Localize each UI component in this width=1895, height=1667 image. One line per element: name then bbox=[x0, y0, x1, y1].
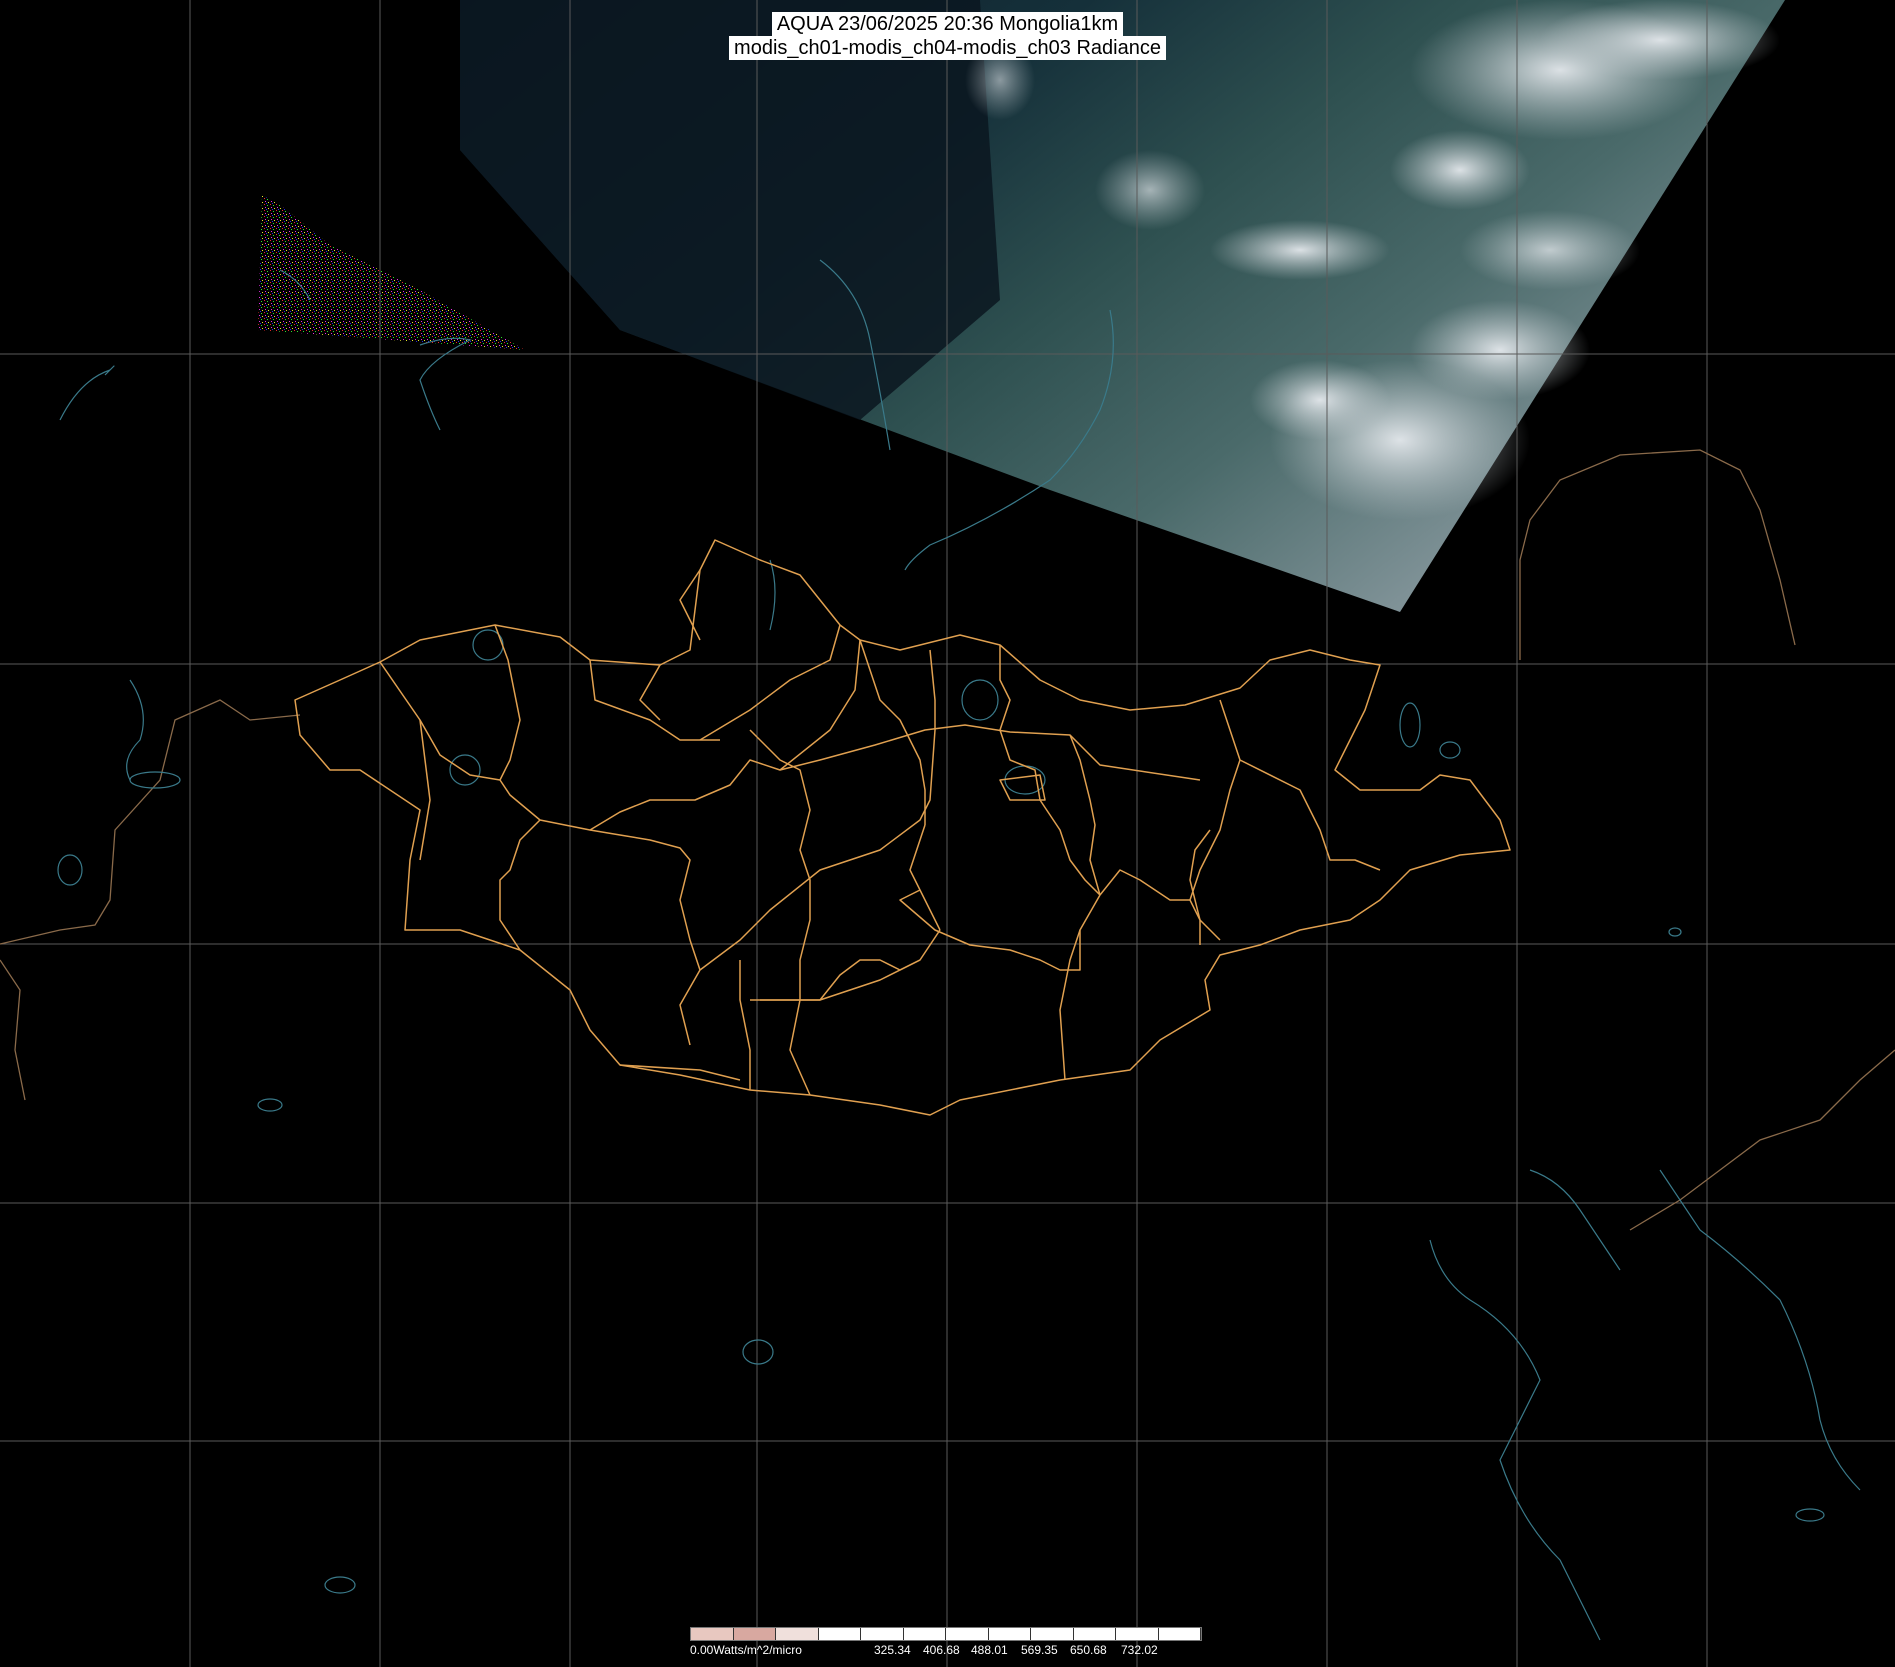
satellite-swath bbox=[460, 0, 1785, 612]
legend-segment bbox=[733, 1628, 776, 1640]
legend-tick-label: 406.68 bbox=[923, 1643, 960, 1657]
legend-segment bbox=[691, 1628, 734, 1640]
legend-segment bbox=[861, 1628, 904, 1640]
legend-segment bbox=[1073, 1628, 1116, 1640]
legend-segment bbox=[776, 1628, 819, 1640]
map-title: AQUA 23/06/2025 20:36 Mongolia1km modis_… bbox=[0, 12, 1895, 60]
color-legend: 0.00Watts/m^2/micro 325.34 406.68 488.01… bbox=[690, 1627, 1202, 1663]
noise-artifact bbox=[258, 195, 525, 350]
legend-tick-label: 325.34 bbox=[874, 1643, 911, 1657]
title-line-1: AQUA 23/06/2025 20:36 Mongolia1km bbox=[771, 12, 1124, 36]
legend-tick-label: 488.01 bbox=[971, 1643, 1008, 1657]
mongolia-province-borders bbox=[294, 539, 1511, 1116]
legend-segment bbox=[1116, 1628, 1159, 1640]
legend-segment bbox=[946, 1628, 989, 1640]
legend-segment bbox=[988, 1628, 1031, 1640]
legend-segment bbox=[818, 1628, 861, 1640]
legend-segment bbox=[1158, 1628, 1201, 1640]
legend-segment bbox=[1031, 1628, 1074, 1640]
legend-min-label: 0.00Watts/m^2/micro bbox=[690, 1643, 802, 1657]
legend-tick-label: 732.02 bbox=[1121, 1643, 1158, 1657]
legend-labels: 0.00Watts/m^2/micro 325.34 406.68 488.01… bbox=[690, 1643, 1202, 1659]
legend-segment bbox=[903, 1628, 946, 1640]
satellite-map bbox=[0, 0, 1895, 1667]
legend-color-bar bbox=[690, 1627, 1202, 1641]
legend-tick-label: 569.35 bbox=[1021, 1643, 1058, 1657]
legend-tick-label: 650.68 bbox=[1070, 1643, 1107, 1657]
title-line-2: modis_ch01-modis_ch04-modis_ch03 Radianc… bbox=[729, 36, 1166, 60]
